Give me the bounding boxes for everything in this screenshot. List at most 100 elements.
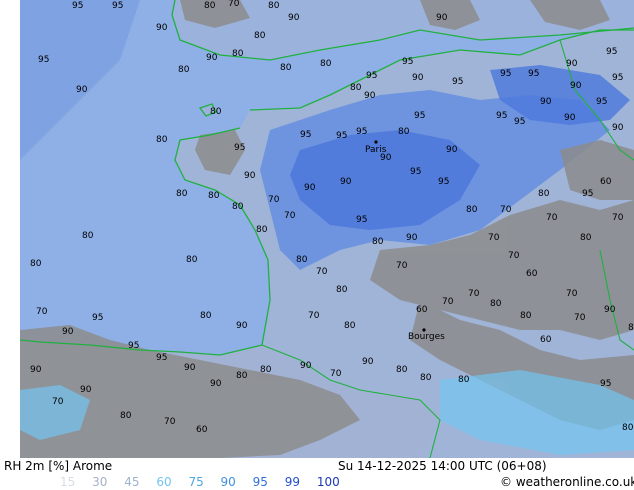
contour-label: 95 <box>514 117 525 127</box>
contour-label: 70 <box>442 297 454 307</box>
legend-item: 100 <box>316 475 340 489</box>
contour-label: 70 <box>396 261 408 271</box>
contour-label: 80 <box>268 1 280 11</box>
contour-label: 95 <box>528 69 539 79</box>
contour-label: 90 <box>362 357 374 367</box>
contour-label: 95 <box>596 97 607 107</box>
contour-label: 95 <box>356 215 367 225</box>
contour-label: 80 <box>254 31 266 41</box>
contour-label: 90 <box>300 361 312 371</box>
map-footer: RH 2m [%] Arome Su 14-12-2025 14:00 UTC … <box>0 458 634 490</box>
contour-label: 90 <box>612 123 624 133</box>
contour-label: 80 <box>344 321 356 331</box>
contour-label: 60 <box>416 305 428 315</box>
city-label-paris: Paris <box>365 145 387 155</box>
contour-label: 95 <box>300 130 311 140</box>
color-legend: 15 30 45 60 75 90 95 99 100 <box>60 475 353 489</box>
contour-label: 80 <box>232 49 244 59</box>
contour-label: 90 <box>184 363 196 373</box>
contour-label: 80 <box>580 233 592 243</box>
legend-item: 30 <box>92 475 108 489</box>
contour-label: 80 <box>398 127 410 137</box>
legend-item: 45 <box>124 475 140 489</box>
contour-label: 90 <box>30 365 42 375</box>
contour-label: 90 <box>564 113 576 123</box>
contour-label: 80 <box>260 365 272 375</box>
contour-label: 80 <box>350 83 362 93</box>
contour-label: 80 <box>280 63 292 73</box>
contour-label: 90 <box>604 305 616 315</box>
legend-item: 15 <box>60 475 76 489</box>
contour-label: 80 <box>30 259 42 269</box>
map-canvas: 95 95 80 70 80908090959090808095 9080 80908090… <box>0 0 634 458</box>
contour-label: 80 <box>458 375 470 385</box>
contour-label: 80 <box>176 189 188 199</box>
contour-label: 95 <box>496 111 507 121</box>
contour-label: 90 <box>364 91 376 101</box>
contour-label: 70 <box>566 289 578 299</box>
contour-label: 90 <box>304 183 316 193</box>
site-credit: © weatheronline.co.uk <box>500 475 634 489</box>
contour-label: 70 <box>612 213 624 223</box>
contour-label: 95 <box>414 111 425 121</box>
contour-label: 95 <box>112 1 123 11</box>
legend-item: 95 <box>252 475 268 489</box>
contour-label: 95 <box>38 55 49 65</box>
contour-label: 90 <box>210 379 222 389</box>
contour-label: 90 <box>406 233 418 243</box>
contour-label: 80 <box>120 411 132 421</box>
contour-label: 70 <box>164 417 176 427</box>
contour-label: 95 <box>234 143 245 153</box>
contour-label: 70 <box>508 251 520 261</box>
contour-label: 70 <box>488 233 500 243</box>
contour-label: 80 <box>520 311 532 321</box>
contour-label: 95 <box>612 73 623 83</box>
contour-label: 70 <box>316 267 328 277</box>
contour-label: 95 <box>92 313 103 323</box>
contour-label: 95 <box>156 353 167 363</box>
paris-dot <box>374 140 378 144</box>
contour-label: 90 <box>206 53 218 63</box>
contour-label: 80 <box>320 59 332 69</box>
contour-label: 90 <box>80 385 92 395</box>
contour-label: 80 <box>256 225 268 235</box>
map-title: RH 2m [%] Arome <box>4 459 113 473</box>
contour-label: 95 <box>128 341 139 351</box>
contour-label: 90 <box>570 81 582 91</box>
contour-label: 80 <box>236 371 248 381</box>
contour-label: 80 <box>296 255 308 265</box>
contour-label: 70 <box>330 369 342 379</box>
contour-label: 95 <box>452 77 463 87</box>
contour-label: 90 <box>436 13 448 23</box>
contour-label: 80 <box>232 202 244 212</box>
legend-item: 75 <box>188 475 204 489</box>
contour-label: 95 <box>582 189 593 199</box>
legend-item: 60 <box>156 475 172 489</box>
contour-label: 95 <box>336 131 347 141</box>
contour-label: 80 <box>396 365 408 375</box>
contour-label: 95 <box>366 71 377 81</box>
contour-label: 90 <box>288 13 300 23</box>
contour-label: 80 <box>204 1 216 11</box>
contour-label: 80 <box>420 373 432 383</box>
contour-label: 80 <box>200 311 212 321</box>
contour-label: 95 <box>606 47 617 57</box>
contour-label: 90 <box>446 145 458 155</box>
contour-label: 90 <box>412 73 424 83</box>
contour-label: 70 <box>468 289 480 299</box>
contour-label: 70 <box>308 311 320 321</box>
contour-label: 95 <box>72 1 83 11</box>
contour-label: 70 <box>36 307 48 317</box>
contour-label: 80 <box>466 205 478 215</box>
contour-label: 70 <box>546 213 558 223</box>
contour-label: 90 <box>156 23 168 33</box>
contour-label: 90 <box>236 321 248 331</box>
city-label-bourges: Bourges <box>408 332 445 342</box>
valid-time: Su 14-12-2025 14:00 UTC (06+08) <box>338 459 547 473</box>
contour-label: 80 <box>490 299 502 309</box>
contour-label: 80 <box>82 231 94 241</box>
legend-item: 99 <box>284 475 301 489</box>
contour-label: 70 <box>500 205 512 215</box>
contour-label: 90 <box>566 59 578 69</box>
contour-label: 70 <box>284 211 296 221</box>
